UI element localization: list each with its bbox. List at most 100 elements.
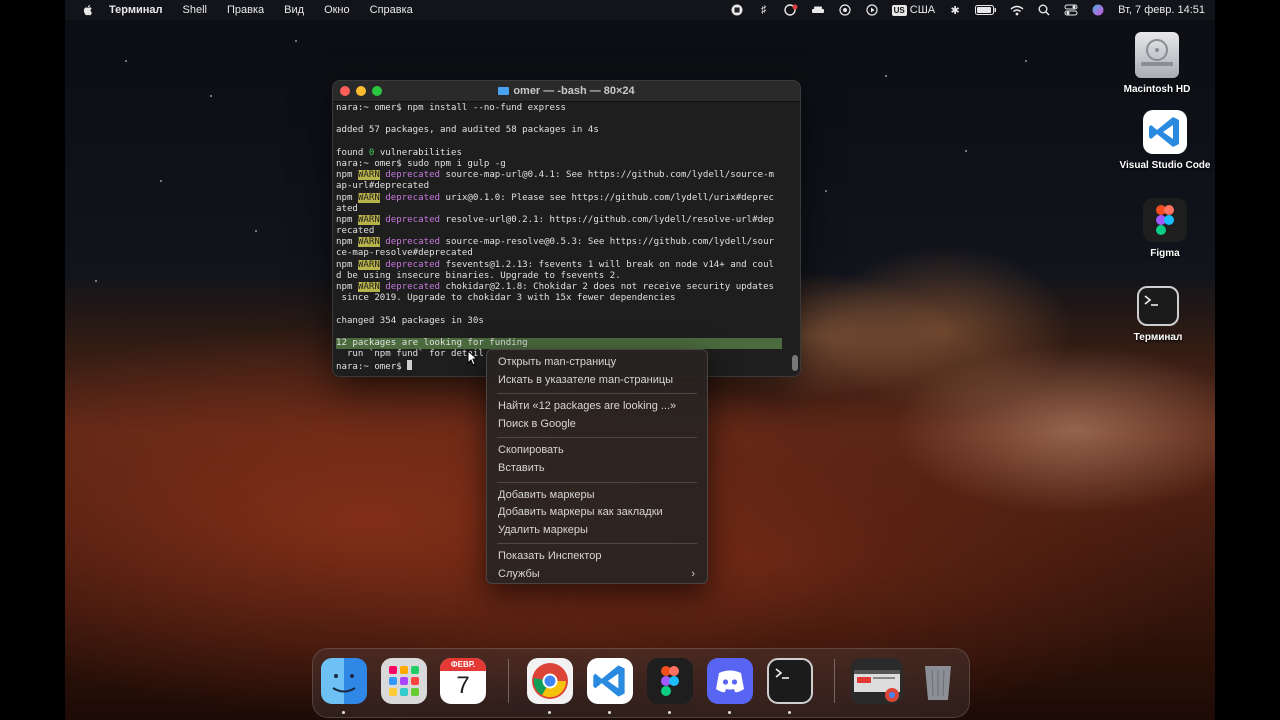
context-menu-item-label: Добавить маркеры как закладки (498, 506, 663, 519)
letterbox-left (0, 0, 65, 720)
folder-icon (498, 87, 510, 95)
menu-edit[interactable]: Правка (227, 4, 264, 16)
menu-bar: Терминал Shell Правка Вид Окно Справка ♯… (65, 0, 1215, 20)
line-text: changed 354 packages in 30s (336, 315, 484, 326)
desktop-icon-figma[interactable]: Figma (1110, 198, 1215, 259)
zoom-button[interactable] (372, 86, 382, 96)
desktop-icon-macintosh-hd[interactable]: Macintosh HD (1102, 32, 1212, 95)
scrollbar-thumb[interactable] (792, 355, 798, 371)
minimize-button[interactable] (356, 86, 366, 96)
warn-badge: WARN (357, 192, 380, 203)
context-menu-item[interactable]: Удалить маркеры (487, 522, 707, 540)
car-icon[interactable] (811, 4, 825, 16)
line-text: resolve-url@0.2.1: https://github.com/ly… (440, 214, 775, 225)
battery-icon[interactable] (975, 4, 997, 16)
figma-icon[interactable] (647, 658, 693, 704)
menu-shell[interactable]: Shell (183, 4, 207, 16)
control-center-icon[interactable] (1064, 4, 1078, 16)
line-text: nara:~ omer$ sudo npm i gulp -g (336, 158, 506, 169)
line-text: run `npm fund` for detail (336, 349, 484, 360)
context-menu-item-label: Вставить (498, 461, 545, 474)
context-menu-item-label: Открыть man-страницу (498, 356, 617, 368)
wifi-icon[interactable] (1010, 4, 1024, 16)
context-menu-item-label: Найти «12 packages are looking ...» (498, 400, 677, 413)
terminal-line: npm WARN deprecated chokidar@2.1.8: Chok… (336, 282, 786, 293)
menu-app-name[interactable]: Терминал (109, 4, 163, 16)
discord-icon[interactable] (707, 658, 753, 704)
calendar-icon[interactable]: ФЕВР. 7 (440, 658, 486, 704)
line-text: source-map-url@0.4.1: See https://github… (440, 170, 775, 181)
chevron-right-icon: › (691, 567, 695, 580)
terminal-line: npm WARN deprecated source-map-url@0.4.1… (336, 170, 786, 181)
finder-icon[interactable] (321, 658, 367, 704)
keyboard-layout-label: США (909, 4, 936, 16)
terminal-output[interactable]: nara:~ omer$ npm install --no-fund expre… (336, 103, 786, 373)
line-text: ated (336, 203, 358, 214)
line-text: nara:~ omer$ npm install --no-fund expre… (336, 103, 566, 113)
deprecated-label: deprecated (379, 259, 441, 270)
trash-icon[interactable] (915, 658, 961, 704)
line-text: fsevents@1.2.13: fsevents 1 will break o… (440, 259, 775, 270)
context-menu-item-label: Удалить маркеры (498, 523, 588, 536)
context-menu-item-label: Добавить маркеры (498, 488, 595, 501)
spotlight-icon[interactable] (1037, 4, 1051, 16)
context-menu-item[interactable]: Показать Инспектор (487, 548, 707, 566)
line-text: ce-map-resolve#deprecated (336, 248, 473, 259)
context-menu-item[interactable]: Скопировать (487, 442, 707, 460)
context-menu-item[interactable]: Службы › (487, 566, 707, 584)
warn-badge: WARN (357, 282, 380, 292)
npm-prefix: npm (336, 259, 358, 270)
vscode-icon (1143, 110, 1187, 154)
calendar-day: 7 (456, 672, 470, 699)
menu-clock[interactable]: Вт, 7 февр. 14:51 (1118, 4, 1205, 16)
context-menu-item[interactable]: Вставить (487, 460, 707, 478)
context-menu-item[interactable]: Добавить маркеры как закладки (487, 504, 707, 522)
desktop-icon-vscode[interactable]: Visual Studio Code (1110, 110, 1215, 171)
airdrop-icon[interactable] (838, 4, 852, 16)
vscode-icon[interactable] (587, 658, 633, 704)
chrome-icon[interactable] (527, 658, 573, 704)
deprecated-label: deprecated (379, 192, 441, 203)
terminal-scrollbar[interactable] (792, 105, 798, 373)
context-menu-item[interactable]: Искать в указателе man-страницы (487, 372, 707, 390)
hard-drive-icon (1135, 32, 1179, 78)
apple-icon[interactable] (81, 3, 95, 17)
terminal-line: recated (336, 226, 786, 237)
chrome-window-icon[interactable] (851, 658, 903, 704)
terminal-window[interactable]: omer — -bash — 80×24 nara:~ omer$ npm in… (332, 80, 801, 377)
menu-view[interactable]: Вид (284, 4, 304, 16)
keyboard-layout-indicator[interactable]: US США (891, 4, 936, 16)
dock-separator (508, 659, 509, 703)
close-button[interactable] (340, 86, 350, 96)
terminal-line: ce-map-resolve#deprecated (336, 248, 786, 259)
line-text: urix@0.1.0: Please see https://github.co… (440, 192, 775, 203)
menu-separator (497, 437, 697, 439)
mouse-cursor-icon (467, 350, 477, 366)
play-icon[interactable] (865, 4, 879, 16)
context-menu-item[interactable]: Найти «12 packages are looking ...» (487, 398, 707, 416)
menu-window[interactable]: Окно (324, 4, 350, 16)
terminal-line: npm WARN deprecated source-map-resolve@0… (336, 237, 786, 248)
hashtag-icon[interactable]: ♯ (757, 4, 771, 16)
text-cursor (407, 360, 413, 371)
desktop-icon-label: Figma (1150, 248, 1180, 259)
terminal-icon[interactable] (767, 658, 813, 704)
bluetooth-icon[interactable]: ✱ (948, 4, 962, 17)
screen-record-icon[interactable] (730, 4, 744, 16)
line-text: added 57 packages, and audited 58 packag… (336, 125, 599, 136)
context-menu-item[interactable]: Поиск в Google (487, 416, 707, 434)
menu-help[interactable]: Справка (370, 4, 413, 16)
selected-text: 12 packages are looking for funding (336, 337, 782, 350)
context-menu-item[interactable]: Открыть man-страницу (487, 354, 707, 372)
terminal-line: npm WARN deprecated resolve-url@0.2.1: h… (336, 214, 786, 226)
desktop-icon-label: Терминал (1133, 332, 1183, 343)
terminal-titlebar[interactable]: omer — -bash — 80×24 (333, 81, 800, 102)
desktop-icon-terminal[interactable]: Терминал (1103, 286, 1213, 343)
context-menu-item[interactable]: Добавить маркеры (487, 487, 707, 505)
record-badge-icon[interactable] (783, 4, 798, 16)
running-indicator (728, 711, 731, 714)
terminal-line: changed 354 packages in 30s (336, 316, 786, 327)
launchpad-icon[interactable] (381, 658, 427, 704)
siri-icon[interactable] (1091, 4, 1105, 16)
